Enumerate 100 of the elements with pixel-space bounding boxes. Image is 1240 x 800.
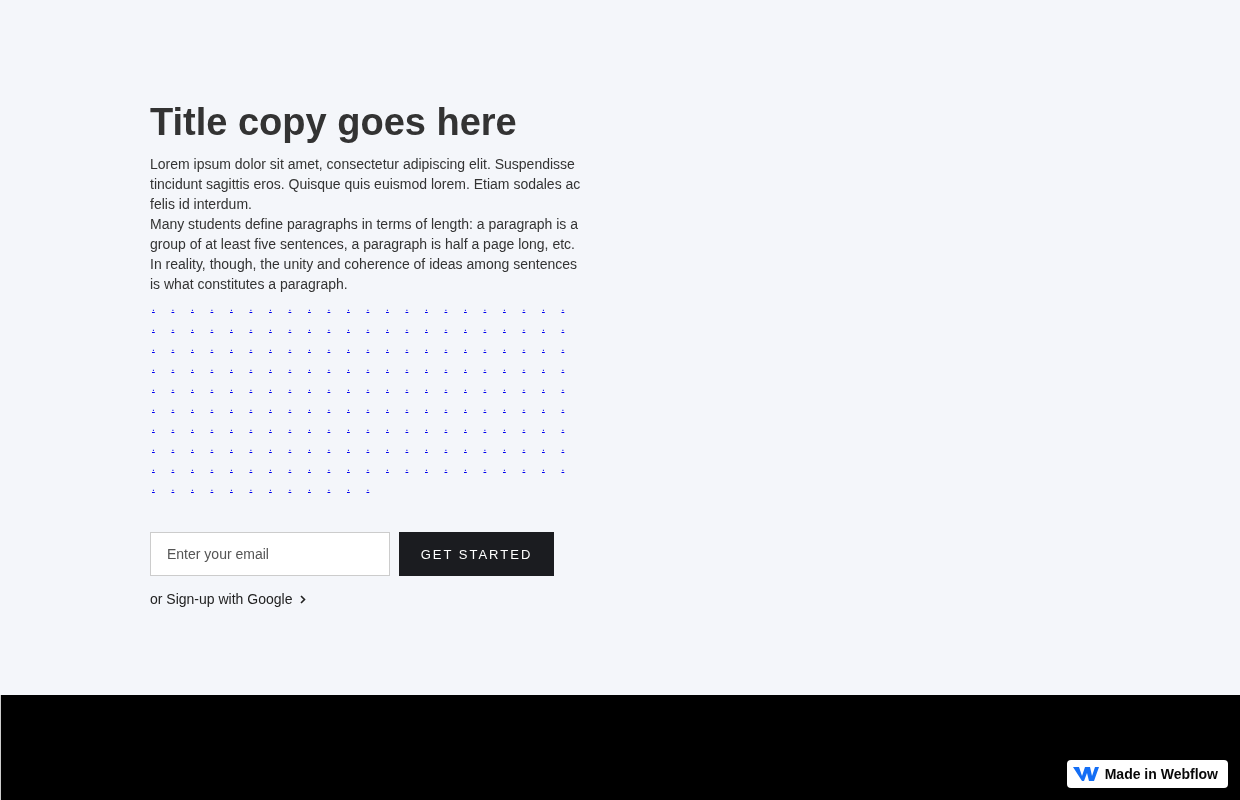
dot-link[interactable]: . — [210, 318, 230, 338]
dot-link[interactable]: . — [230, 318, 250, 338]
dot-link[interactable]: . — [503, 398, 523, 418]
dot-link[interactable]: . — [191, 298, 211, 318]
dot-link[interactable]: . — [425, 298, 445, 318]
dot-link[interactable]: . — [210, 298, 230, 318]
dot-link[interactable]: . — [542, 398, 562, 418]
dot-link[interactable]: . — [171, 398, 191, 418]
dot-link[interactable]: . — [210, 398, 230, 418]
dot-link[interactable]: . — [425, 438, 445, 458]
dot-link[interactable]: . — [191, 398, 211, 418]
dot-link[interactable]: . — [308, 458, 328, 478]
dot-link[interactable]: . — [269, 298, 289, 318]
dot-link[interactable]: . — [503, 438, 523, 458]
email-field[interactable]: Enter your email — [150, 532, 390, 576]
dot-link[interactable]: . — [210, 358, 230, 378]
dot-link[interactable]: . — [347, 438, 367, 458]
dot-link[interactable]: . — [288, 298, 308, 318]
dot-link[interactable]: . — [327, 358, 347, 378]
dot-link[interactable]: . — [444, 338, 464, 358]
dot-link[interactable]: . — [464, 338, 484, 358]
dot-link[interactable]: . — [425, 318, 445, 338]
dot-link[interactable]: . — [522, 318, 542, 338]
dot-link[interactable]: . — [347, 298, 367, 318]
dot-link[interactable]: . — [288, 318, 308, 338]
dot-link[interactable]: . — [561, 398, 581, 418]
dot-link[interactable]: . — [425, 418, 445, 438]
dot-link[interactable]: . — [444, 378, 464, 398]
dot-link[interactable]: . — [210, 478, 230, 498]
dot-link[interactable]: . — [269, 358, 289, 378]
dot-link[interactable]: . — [230, 478, 250, 498]
dot-link[interactable]: . — [542, 458, 562, 478]
dot-link[interactable]: . — [269, 318, 289, 338]
dot-link[interactable]: . — [503, 458, 523, 478]
dot-link[interactable]: . — [405, 298, 425, 318]
dot-link[interactable]: . — [366, 418, 386, 438]
dot-link[interactable]: . — [230, 418, 250, 438]
dot-link[interactable]: . — [152, 398, 172, 418]
dot-link[interactable]: . — [405, 398, 425, 418]
dot-link[interactable]: . — [347, 358, 367, 378]
dot-link[interactable]: . — [210, 378, 230, 398]
dot-link[interactable]: . — [308, 378, 328, 398]
dot-link[interactable]: . — [464, 298, 484, 318]
dot-link[interactable]: . — [308, 438, 328, 458]
dot-link[interactable]: . — [347, 338, 367, 358]
dot-link[interactable]: . — [249, 458, 269, 478]
dot-link[interactable]: . — [425, 458, 445, 478]
dot-link[interactable]: . — [386, 298, 406, 318]
dot-link[interactable]: . — [366, 478, 386, 498]
dot-link[interactable]: . — [483, 418, 503, 438]
dot-link[interactable]: . — [483, 318, 503, 338]
dot-link[interactable]: . — [152, 378, 172, 398]
dot-link[interactable]: . — [269, 338, 289, 358]
dot-link[interactable]: . — [191, 458, 211, 478]
made-in-webflow-badge[interactable]: Made in Webflow — [1066, 760, 1228, 788]
dot-link[interactable]: . — [308, 298, 328, 318]
dot-link[interactable]: . — [171, 298, 191, 318]
dot-link[interactable]: . — [366, 458, 386, 478]
dot-link[interactable]: . — [444, 398, 464, 418]
dot-link[interactable]: . — [269, 458, 289, 478]
dot-link[interactable]: . — [249, 398, 269, 418]
get-started-button[interactable]: GET STARTED — [399, 532, 554, 576]
dot-link[interactable]: . — [561, 378, 581, 398]
dot-link[interactable]: . — [503, 358, 523, 378]
dot-link[interactable]: . — [191, 438, 211, 458]
dot-link[interactable]: . — [230, 358, 250, 378]
dot-link[interactable]: . — [522, 458, 542, 478]
dot-link[interactable]: . — [347, 418, 367, 438]
dot-link[interactable]: . — [347, 478, 367, 498]
dot-link[interactable]: . — [542, 298, 562, 318]
dot-link[interactable]: . — [152, 438, 172, 458]
dot-link[interactable]: . — [444, 418, 464, 438]
dot-link[interactable]: . — [386, 358, 406, 378]
dot-link[interactable]: . — [152, 338, 172, 358]
dot-link[interactable]: . — [152, 298, 172, 318]
dot-link[interactable]: . — [288, 338, 308, 358]
dot-link[interactable]: . — [152, 458, 172, 478]
dot-link[interactable]: . — [386, 458, 406, 478]
dot-link[interactable]: . — [464, 398, 484, 418]
dot-link[interactable]: . — [464, 438, 484, 458]
dot-link[interactable]: . — [269, 438, 289, 458]
dot-link[interactable]: . — [366, 338, 386, 358]
dot-link[interactable]: . — [405, 418, 425, 438]
dot-link[interactable]: . — [444, 438, 464, 458]
dot-link[interactable]: . — [269, 478, 289, 498]
dot-link[interactable]: . — [366, 298, 386, 318]
dot-link[interactable]: . — [405, 378, 425, 398]
dot-link[interactable]: . — [522, 298, 542, 318]
dot-link[interactable]: . — [386, 438, 406, 458]
dot-link[interactable]: . — [171, 438, 191, 458]
dot-link[interactable]: . — [425, 358, 445, 378]
dot-link[interactable]: . — [542, 378, 562, 398]
dot-link[interactable]: . — [249, 378, 269, 398]
dot-link[interactable]: . — [288, 478, 308, 498]
dot-link[interactable]: . — [327, 438, 347, 458]
dot-link[interactable]: . — [210, 338, 230, 358]
dot-link[interactable]: . — [522, 418, 542, 438]
dot-link[interactable]: . — [386, 378, 406, 398]
dot-link[interactable]: . — [327, 298, 347, 318]
dot-link[interactable]: . — [425, 338, 445, 358]
